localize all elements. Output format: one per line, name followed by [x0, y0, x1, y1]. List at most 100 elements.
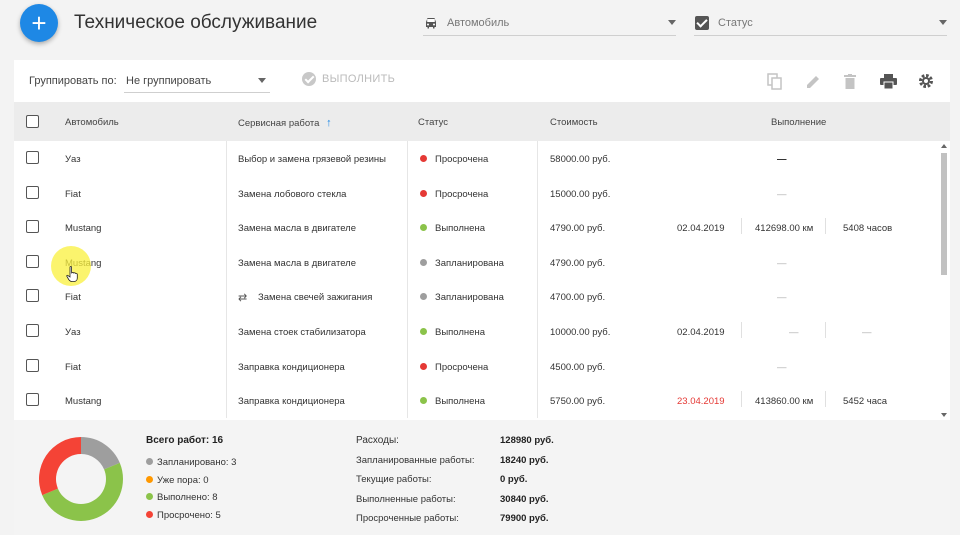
- table-row[interactable]: Уаз Выбор и замена грязевой резины Просроч…: [14, 141, 938, 176]
- table-row[interactable]: Mustang Замена масла в двигателе Запланиро…: [14, 244, 938, 280]
- scroll-up-icon[interactable]: [941, 144, 947, 148]
- status-dot: [420, 224, 427, 232]
- sort-ascending-icon: ↑: [326, 117, 332, 129]
- row-checkbox[interactable]: [26, 220, 39, 234]
- group-by-select[interactable]: Не группировать: [124, 69, 270, 93]
- copy-icon[interactable]: [766, 72, 784, 90]
- table-row[interactable]: Fiat ⇄ Замена свечей зажигания Запланирован…: [14, 279, 938, 314]
- row-car: Уаз: [65, 154, 81, 165]
- column-divider: [226, 279, 227, 314]
- column-divider: [537, 383, 538, 418]
- column-divider: [226, 175, 227, 211]
- execution-divider: [825, 218, 826, 235]
- column-divider: [407, 383, 408, 418]
- toolbar: Группировать по: Не группировать ВЫПОЛНИ…: [14, 60, 950, 102]
- column-divider: [407, 348, 408, 384]
- expense-value: 0 руб.: [500, 474, 528, 485]
- recurring-icon: ⇄: [238, 292, 248, 305]
- row-status-label: Просрочена: [435, 154, 489, 165]
- legend-dot: [146, 510, 153, 518]
- row-work: Выбор и замена грязевой резины: [238, 154, 386, 165]
- column-divider: [537, 141, 538, 176]
- column-divider: [226, 348, 227, 384]
- row-checkbox[interactable]: [26, 393, 39, 407]
- column-execution[interactable]: Выполнение: [771, 117, 826, 128]
- row-status-label: Выполнена: [435, 223, 485, 235]
- delete-icon[interactable]: [841, 72, 859, 90]
- table-scrollbar[interactable]: [938, 141, 950, 420]
- donut-segment: [81, 437, 120, 470]
- select-all-checkbox[interactable]: [26, 115, 39, 128]
- table-row[interactable]: Fiat Заправка кондиционера Просрочена 4500.…: [14, 348, 938, 384]
- row-execution-mileage: —: [789, 327, 799, 338]
- row-car: Mustang: [65, 223, 102, 235]
- row-execution-empty: —: [777, 257, 787, 269]
- table-row[interactable]: Уаз Замена стоек стабилизатора Выполнена 10…: [14, 314, 938, 349]
- expense-label: Запланированные работы:: [356, 454, 475, 466]
- row-status-label: Просрочена: [435, 361, 489, 373]
- column-divider: [537, 244, 538, 280]
- column-divider: [407, 210, 408, 245]
- status-dot: [420, 397, 427, 405]
- edit-icon[interactable]: [804, 72, 822, 90]
- column-status[interactable]: Статус: [418, 117, 448, 128]
- row-status: Просрочена: [420, 189, 488, 200]
- column-work-label: Сервисная работа: [238, 118, 320, 129]
- table-row[interactable]: Mustang Заправка кондиционера Выполнена 575…: [14, 383, 938, 418]
- column-work[interactable]: Сервисная работа ↑: [238, 117, 332, 129]
- hand-pointer-icon: [66, 266, 78, 282]
- row-status-label: Просрочена: [435, 188, 489, 200]
- status-filter-placeholder: Статус: [718, 16, 753, 29]
- row-checkbox[interactable]: [26, 185, 39, 199]
- row-execution-empty: —: [777, 154, 787, 165]
- row-checkbox[interactable]: [26, 358, 39, 372]
- row-execution-hours: 5452 часа: [843, 396, 888, 408]
- row-checkbox[interactable]: [26, 254, 39, 268]
- maintenance-card: Группировать по: Не группировать ВЫПОЛНИ…: [14, 60, 950, 535]
- row-execution-empty: —: [777, 361, 787, 373]
- row-status-label: Запланирована: [435, 257, 504, 269]
- execute-button[interactable]: ВЫПОЛНИТЬ: [302, 72, 395, 86]
- row-checkbox[interactable]: [26, 289, 39, 303]
- legend-label: Просрочено: 5: [157, 509, 221, 521]
- status-filter[interactable]: Статус: [694, 10, 947, 36]
- table-row[interactable]: Fiat Замена лобового стекла Просрочена 1500…: [14, 175, 938, 211]
- chevron-down-icon: [258, 78, 266, 83]
- row-checkbox[interactable]: [26, 324, 39, 337]
- row-car: Fiat: [65, 188, 81, 200]
- print-icon[interactable]: [879, 72, 897, 90]
- legend-item: Просрочено: 5: [146, 510, 221, 521]
- execution-divider: [741, 218, 742, 235]
- expense-label: Просроченные работы:: [356, 513, 459, 524]
- column-divider: [537, 210, 538, 245]
- column-car[interactable]: Автомобиль: [65, 117, 119, 128]
- expense-value: 30840 руб.: [500, 493, 549, 505]
- settings-icon[interactable]: [917, 72, 935, 90]
- column-cost[interactable]: Стоимость: [550, 117, 598, 128]
- row-status: Просрочена: [420, 154, 488, 165]
- scrollbar-thumb[interactable]: [941, 153, 947, 275]
- column-divider: [537, 348, 538, 384]
- row-execution-mileage: 412698.00 км: [755, 223, 814, 235]
- add-button[interactable]: +: [20, 4, 58, 42]
- row-execution-hours: 5408 часов: [843, 223, 893, 235]
- car-icon: [423, 15, 439, 31]
- scroll-down-icon[interactable]: [941, 413, 947, 417]
- row-work: Замена стоек стабилизатора: [238, 327, 366, 338]
- row-status-label: Выполнена: [435, 327, 485, 338]
- check-circle-icon: [302, 72, 316, 86]
- row-status: Выполнена: [420, 327, 485, 338]
- legend-item: Уже пора: 0: [146, 475, 209, 486]
- row-cost: 58000.00 руб.: [550, 154, 611, 165]
- car-filter[interactable]: Автомобиль: [423, 10, 676, 36]
- row-car: Fiat: [65, 292, 81, 304]
- row-execution-mileage: 413860.00 км: [755, 396, 814, 408]
- column-divider: [407, 141, 408, 176]
- summary-panel: Всего работ: 16 Запланировано: 3 Уже пора…: [14, 420, 950, 535]
- row-checkbox[interactable]: [26, 151, 39, 164]
- column-divider: [407, 279, 408, 314]
- legend-item: Выполнено: 8: [146, 492, 218, 503]
- table-row[interactable]: Mustang Замена масла в двигателе Выполнена…: [14, 210, 938, 245]
- execution-divider: [741, 391, 742, 408]
- row-cost: 10000.00 руб.: [550, 327, 611, 338]
